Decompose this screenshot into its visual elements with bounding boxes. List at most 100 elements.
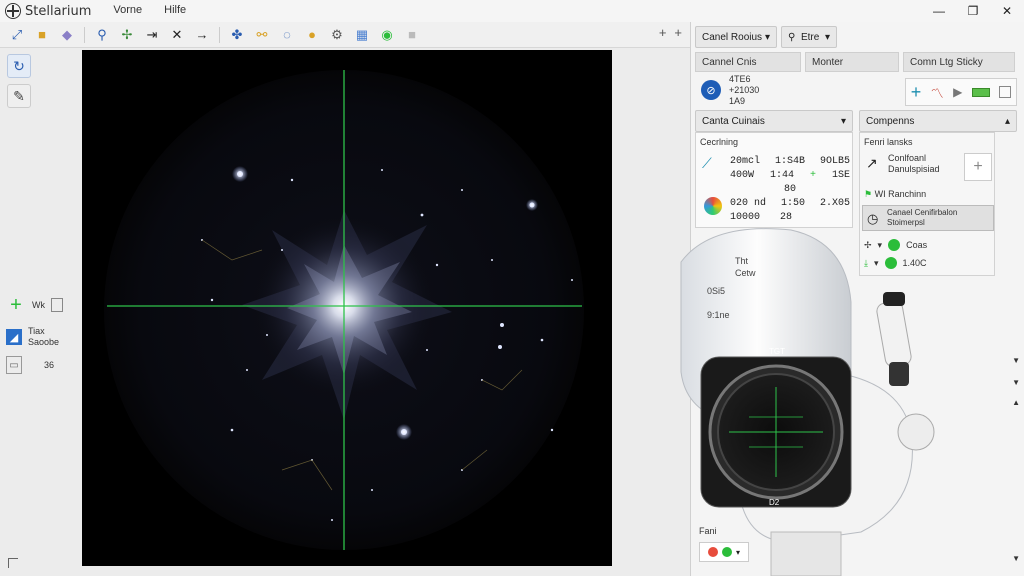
item-fenri[interactable]: Fenri lansks [864,137,913,147]
play-icon[interactable]: ▶ [953,85,962,99]
lasso-icon[interactable]: ◌ [276,25,298,45]
sky-view[interactable] [82,50,612,566]
cell: 1:50 [780,198,805,209]
panel-tool[interactable]: ▭ 36 [6,354,78,376]
item-wi-label: WI Ranchinn [874,189,927,199]
overlay-text-2: Cetw [735,268,756,278]
close-button[interactable]: ✕ [990,0,1024,22]
title-bar: Stellarium Vorne Hilfe — ❐ ✕ [0,0,1024,22]
cell: 1SE [831,170,850,181]
bottom-label: Fani [699,526,717,536]
maximize-button[interactable]: ❐ [956,0,990,22]
row-4: 020 nd 1:50 2.X05 [730,197,850,211]
scroll-up-icon[interactable]: ▲ [1012,398,1020,407]
canal-dropdown[interactable]: Canel Rooius ▾ [695,26,777,48]
item-conlfoanl[interactable]: Conlfoanl Danulspisiad [888,153,958,175]
overlay-text-4: 9:1ne [707,310,730,320]
cell: 20mcl [730,156,761,167]
sky-canvas[interactable] [82,50,612,566]
add-component-button[interactable]: + [964,153,992,181]
cube-icon[interactable]: ■ [31,25,53,45]
scroll-down-icon[interactable]: ▼ [1012,378,1020,387]
telescope-actions: + 〽 ▶ [905,78,1017,106]
constellation-icon[interactable]: ✢ [116,25,138,45]
magnet-icon[interactable]: ⚯ [251,25,273,45]
planet-icon[interactable]: ● [301,25,323,45]
item-conlfoanl-label: Conlfoanl Danulspisiad [888,153,940,174]
stop-icon[interactable]: ■ [401,25,423,45]
arrow-up-right-icon: ↗ [866,155,878,171]
arrow-right-icon[interactable]: ⇥ [141,25,163,45]
cursor-icon[interactable]: ⤢ [6,25,28,45]
line-tool-icon[interactable]: ✕ [166,25,188,45]
add-left-button[interactable]: + [659,25,667,40]
chevron-down-icon: ▾ [824,31,830,43]
menu-vorne[interactable]: Vorne [113,4,142,19]
cell: 1:44 [769,170,794,181]
layers-icon[interactable]: ◆ [56,25,78,45]
tab-comn[interactable]: Comn Ltg Sticky [903,52,1015,72]
add-icon[interactable]: + [911,82,922,103]
signal-icon[interactable]: 〽 [931,83,944,102]
atom-icon[interactable]: ✤ [226,25,248,45]
crosshair-tool[interactable]: + Wk [6,294,78,316]
grid-icon[interactable]: ▦ [351,25,373,45]
section-right-header[interactable]: Compenns ▴ [859,110,1017,132]
item-wi[interactable]: ⚑ WI Ranchinn [864,189,926,200]
gear-icon[interactable]: ⚙ [326,25,348,45]
etre-dropdown[interactable]: ⚲ Etre ▾ [781,26,837,48]
cell: 9OLB5 [819,156,850,167]
panel-icon: ▭ [6,356,22,374]
row-2: 400W 1:44 + 1SE [730,169,850,183]
section-left-title: Canta Cuinais [702,115,765,127]
window-controls: — ❐ ✕ [922,0,1024,22]
section-left-subtitle: Cecrlning [700,137,739,147]
overlay-text-3: 0Si5 [707,286,725,296]
add-right-button[interactable]: + [674,25,682,40]
right-panel: Canel Rooius ▾ ⚲ Etre ▾ Cannel Cnis Mont… [680,22,1024,576]
menu-help[interactable]: Hilfe [164,4,186,19]
target-icon[interactable]: ◉ [376,25,398,45]
chevron-up-icon: ▴ [1004,115,1010,127]
graph-icon: ⟋ [702,155,712,171]
section-left-header[interactable]: Canta Cuinais ▾ [695,110,853,132]
canal-dropdown-label: Canel Rooius [702,31,763,43]
bottom-control[interactable]: ▾ [699,542,749,562]
chart-tool[interactable]: ◢ Tiax Saoobe [6,322,78,352]
telescope-illustration: TGT D2 Tht Cetw 0Si5 9:1ne [680,228,935,576]
tab-cannel[interactable]: Cannel Cnis [695,52,801,72]
battery-icon[interactable] [971,87,990,97]
brush-icon[interactable]: ✎ [7,84,31,108]
cell: 1:S4B [774,156,805,167]
telescope-status-icon: ⊘ [701,80,721,100]
chevron-down-icon: ▾ [735,547,740,557]
chevron-down-icon: ▾ [840,115,846,127]
tab-monter[interactable]: Monter [805,52,899,72]
panel-icon[interactable] [999,86,1012,98]
toolbar-separator [84,26,85,43]
scroll-down-icon[interactable]: ▼ [1012,356,1020,365]
chart-icon: ◢ [6,329,22,345]
section-left-box: Cecrlning ⟋ 20mcl 1:S4B 9OLB5 400W 1:44 … [695,132,853,228]
arrow-tool-icon[interactable]: → [191,25,213,45]
section-left-values: 20mcl 1:S4B 9OLB5 400W 1:44 + 1SE 80 [730,155,850,197]
panel-tool-label: 36 [44,360,55,370]
link-icon[interactable]: ⚲ [91,25,113,45]
chart-tool-label: Tiax Saoobe [28,326,60,347]
menu-app[interactable]: Stellarium [25,4,91,19]
crosshair-tool-label: Wk [32,300,45,310]
search-icon: ⚲ [788,31,796,43]
scroll-end-icon[interactable]: ▼ [1012,554,1020,563]
minimize-button[interactable]: — [922,0,956,22]
orbit-view-icon[interactable]: ↻ [7,54,31,78]
left-sidebar: ↻ ✎ + Wk ◢ Tiax Saoobe ▭ 36 [0,48,80,576]
status-dot [721,547,732,557]
eyepiece-label-bottom: D2 [769,498,780,507]
info-line-1: 4TE6 [729,74,751,84]
plus-icon: + [809,170,816,181]
info-line-3: 1A9 [729,96,746,106]
colorwheel-icon [704,197,722,215]
item-fenri-label: Fenri lansks [864,137,913,147]
crosshair-icon: + [10,293,22,316]
panel-small-icon [51,298,63,312]
